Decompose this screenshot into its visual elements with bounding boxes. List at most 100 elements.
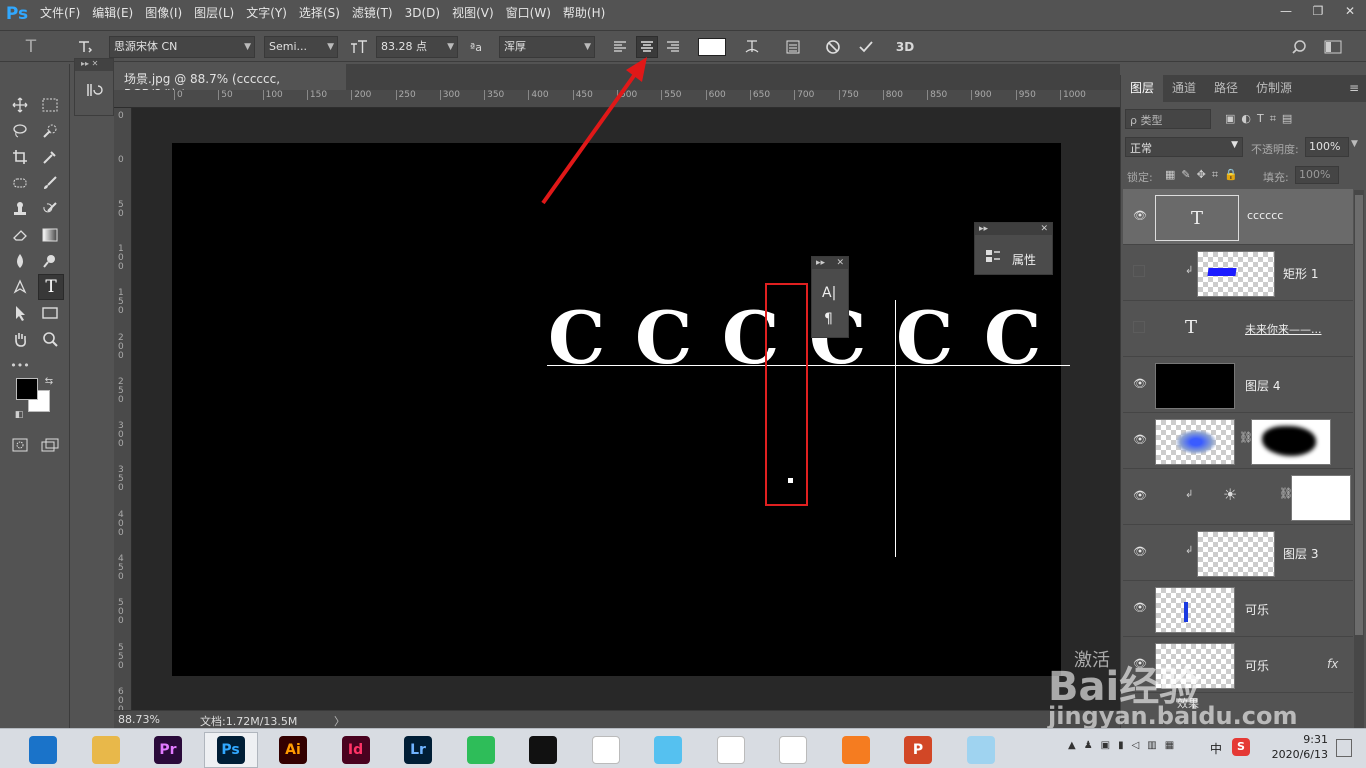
menu-view[interactable]: 视图(V) xyxy=(446,0,500,27)
fx-badge[interactable]: fx xyxy=(1327,657,1338,671)
taskbar-app-button[interactable]: Ps xyxy=(203,732,258,768)
taskbar-app-button[interactable]: Lr xyxy=(391,732,445,768)
layer-name[interactable]: cccccc xyxy=(1247,209,1283,222)
dodge-tool-icon[interactable] xyxy=(38,250,62,272)
font-size-dropdown[interactable]: 83.28 点 ▼ xyxy=(376,36,458,58)
taskbar-app-button[interactable] xyxy=(16,732,70,768)
zoom-level[interactable]: 88.73% xyxy=(118,713,160,726)
clone-stamp-icon[interactable] xyxy=(8,198,32,220)
more-tools-icon[interactable]: ••• xyxy=(8,354,32,376)
minimize-button[interactable]: — xyxy=(1270,0,1302,22)
taskbar-app-button[interactable] xyxy=(704,732,758,768)
layer-name[interactable]: 可乐 xyxy=(1245,657,1269,674)
eye-icon[interactable]: 👁 xyxy=(1133,209,1147,223)
opacity-input[interactable]: 100% xyxy=(1305,137,1349,157)
rectangle-tool-icon[interactable] xyxy=(38,302,62,324)
properties-label[interactable]: 属性 xyxy=(1012,251,1036,268)
layer-name[interactable]: 图层 3 xyxy=(1283,545,1318,562)
tab-channels[interactable]: 通道 xyxy=(1163,75,1205,102)
eye-icon[interactable]: 👁 xyxy=(1133,433,1147,447)
screen-mode-icon[interactable] xyxy=(38,434,62,456)
taskbar-app-button[interactable]: P xyxy=(891,732,945,768)
layer-name[interactable]: 图层 4 xyxy=(1245,377,1280,394)
eye-icon[interactable]: 👁 xyxy=(1133,489,1147,503)
expand-icon[interactable]: ▸▸ xyxy=(979,223,988,235)
menu-filter[interactable]: 滤镜(T) xyxy=(346,0,399,27)
pen-tool-icon[interactable] xyxy=(8,276,32,298)
chevron-down-icon[interactable]: ▼ xyxy=(1351,139,1358,149)
eye-icon[interactable]: 👁 xyxy=(1133,601,1147,615)
text-orientation-icon[interactable] xyxy=(74,36,96,58)
taskbar-app-button[interactable]: Pr xyxy=(141,732,195,768)
scrollbar-thumb[interactable] xyxy=(1355,195,1363,635)
layer-row[interactable]: 👁 ⛓ xyxy=(1123,413,1353,469)
menu-select[interactable]: 选择(S) xyxy=(293,0,346,27)
taskbar-app-button[interactable] xyxy=(641,732,695,768)
taskbar-app-button[interactable] xyxy=(766,732,820,768)
close-button[interactable]: ✕ xyxy=(1334,0,1366,22)
blend-mode-dropdown[interactable]: 正常 ▼ xyxy=(1125,137,1243,157)
taskbar-app-button[interactable]: Id xyxy=(329,732,383,768)
eye-icon[interactable]: 👁 xyxy=(1133,377,1147,391)
menu-help[interactable]: 帮助(H) xyxy=(557,0,611,27)
collapse-icon[interactable]: ▸▸ ✕ xyxy=(75,59,113,71)
healing-brush-icon[interactable] xyxy=(8,172,32,194)
3d-button[interactable]: 3D xyxy=(894,36,916,58)
taskbar-app-button[interactable] xyxy=(954,732,1008,768)
restore-button[interactable]: ❐ xyxy=(1302,0,1334,22)
menu-layer[interactable]: 图层(L) xyxy=(188,0,240,27)
font-family-dropdown[interactable]: 思源宋体 CN ▼ xyxy=(109,36,255,58)
layer-row[interactable]: T 未来你来——... xyxy=(1123,301,1353,357)
tab-paths[interactable]: 路径 xyxy=(1205,75,1247,102)
tab-layers[interactable]: 图层 xyxy=(1121,75,1164,102)
notification-icon[interactable] xyxy=(1336,739,1352,757)
zoom-tool-icon[interactable] xyxy=(38,328,62,350)
document-canvas[interactable] xyxy=(172,143,1061,676)
layer-mask-thumbnail[interactable] xyxy=(1251,419,1331,465)
warp-text-icon[interactable] xyxy=(741,36,763,58)
text-color-swatch[interactable] xyxy=(698,38,726,56)
visibility-toggle[interactable] xyxy=(1133,321,1145,333)
menu-file[interactable]: 文件(F) xyxy=(34,0,86,27)
foreground-color-swatch[interactable] xyxy=(16,378,38,400)
character-panel-icon[interactable] xyxy=(782,36,804,58)
workspace-icon[interactable] xyxy=(1322,36,1344,58)
hand-tool-icon[interactable] xyxy=(8,328,32,350)
layer-row[interactable]: 👁 可乐 fx xyxy=(1123,637,1353,693)
layer-row[interactable]: 👁 图层 4 xyxy=(1123,357,1353,413)
crop-tool-icon[interactable] xyxy=(8,146,32,168)
tray-icons[interactable]: ▲♟▣▮◁▥▦ xyxy=(1068,740,1182,751)
swap-colors-icon[interactable]: ⇆ xyxy=(42,374,56,388)
close-icon[interactable]: ✕ xyxy=(1040,223,1048,235)
search-icon[interactable] xyxy=(1288,36,1310,58)
properties-icon[interactable] xyxy=(985,249,1001,266)
layer-row[interactable]: 👁 ↲ ☀ ⛓ xyxy=(1123,469,1353,525)
paragraph-panel-icon[interactable]: ¶ xyxy=(824,311,833,327)
fill-input[interactable]: 100% xyxy=(1295,166,1339,184)
move-tool-icon[interactable] xyxy=(8,94,32,116)
marquee-tool-icon[interactable] xyxy=(38,94,62,116)
taskbar-app-button[interactable] xyxy=(79,732,133,768)
eyedropper-icon[interactable] xyxy=(38,146,62,168)
taskbar-app-button[interactable] xyxy=(454,732,508,768)
menu-edit[interactable]: 编辑(E) xyxy=(86,0,139,27)
close-icon[interactable]: ✕ xyxy=(836,257,844,269)
default-colors-icon[interactable]: ◧ xyxy=(12,408,26,422)
quick-mask-icon[interactable] xyxy=(8,434,32,456)
status-menu-arrow[interactable]: 〉 xyxy=(334,713,345,729)
layer-row[interactable]: 👁 T cccccc xyxy=(1123,189,1353,245)
font-style-dropdown[interactable]: Semi... ▼ xyxy=(264,36,338,58)
taskbar-app-button[interactable] xyxy=(579,732,633,768)
lock-icons[interactable]: ▦✎✥⌗🔒 xyxy=(1165,168,1244,182)
ime-indicator[interactable]: 中 xyxy=(1210,740,1222,757)
commit-check-icon[interactable] xyxy=(855,36,877,58)
cancel-icon[interactable] xyxy=(822,36,844,58)
path-selection-icon[interactable] xyxy=(8,302,32,324)
menu-window[interactable]: 窗口(W) xyxy=(500,0,557,27)
taskbar-app-button[interactable] xyxy=(829,732,883,768)
type-tool-icon[interactable]: T xyxy=(38,274,64,300)
gradient-tool-icon[interactable] xyxy=(38,224,62,246)
taskbar-app-button[interactable] xyxy=(516,732,570,768)
document-tab[interactable]: 场景.jpg @ 88.7% (cccccc, RGB/8#) * × xyxy=(114,64,346,101)
eye-icon[interactable]: 👁 xyxy=(1133,545,1147,559)
